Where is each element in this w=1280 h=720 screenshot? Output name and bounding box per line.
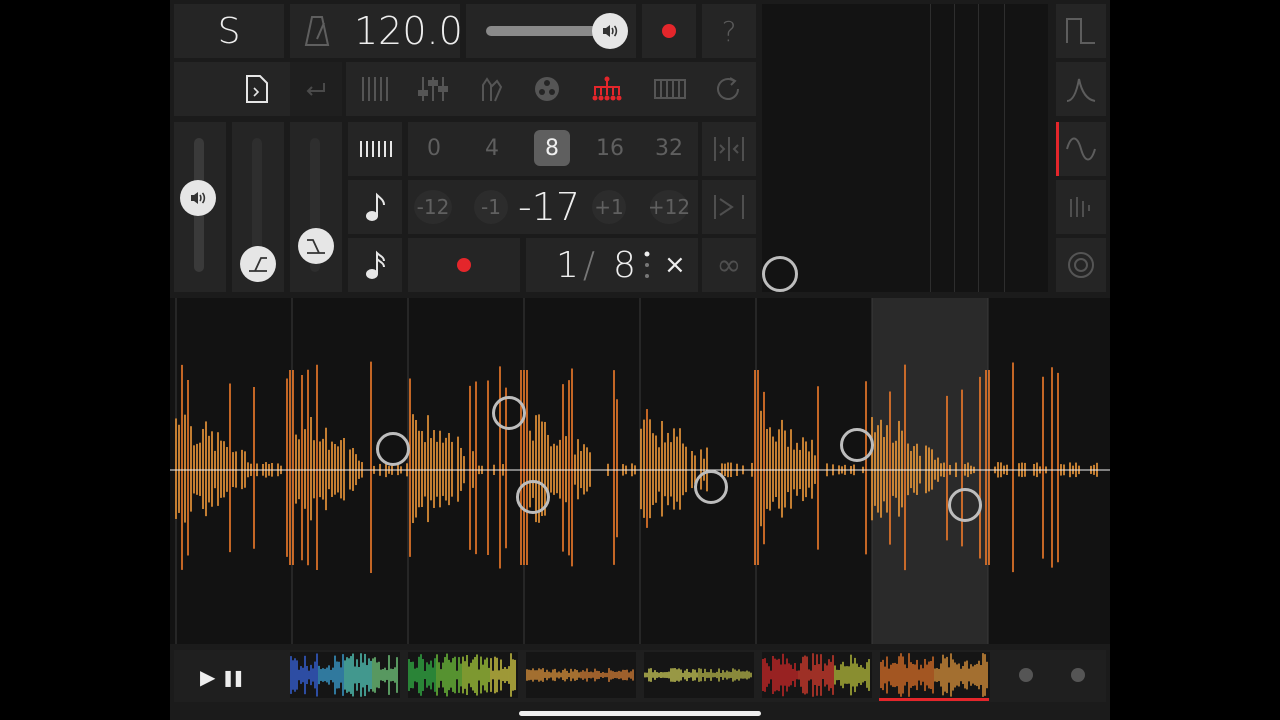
record-button[interactable] — [642, 4, 696, 58]
length-icon-cell — [348, 238, 402, 292]
multiply-label[interactable]: × — [664, 250, 686, 280]
empty-pattern-dot[interactable] — [1071, 668, 1085, 682]
target-button[interactable] — [1056, 238, 1106, 292]
volume-fader-cell — [174, 122, 226, 292]
quantize-option-0[interactable]: 0 — [418, 130, 450, 166]
solo-button[interactable]: S — [174, 4, 284, 58]
split-button[interactable] — [702, 122, 756, 176]
preview-line — [978, 4, 979, 292]
split-icon — [712, 135, 746, 163]
hand-icon[interactable] — [477, 75, 505, 103]
selected-indicator — [1056, 122, 1059, 176]
transport-bar — [174, 650, 1106, 702]
trim-icon — [712, 193, 746, 221]
slices-icon — [358, 139, 392, 159]
empty-pattern-dot[interactable] — [1019, 668, 1033, 682]
record-pattern-button[interactable] — [408, 238, 520, 292]
sine-wave-button[interactable] — [1056, 122, 1106, 176]
slice-handle-3[interactable] — [516, 480, 550, 514]
volume-slider[interactable] — [466, 4, 636, 58]
square-wave-icon — [1065, 15, 1097, 47]
transpose-value: -17 — [517, 185, 581, 229]
metronome-icon — [304, 15, 330, 47]
play-pause-button[interactable]: ▶ ❚❚ — [200, 660, 260, 694]
quantize-icon-cell — [348, 122, 402, 176]
speaker-icon — [189, 190, 207, 206]
tool-bar — [346, 62, 756, 116]
pitch-icon-cell — [348, 180, 402, 234]
transpose-plus-1[interactable]: +1 — [592, 190, 626, 224]
envelope-icon — [247, 255, 269, 273]
preview-handle[interactable] — [762, 256, 798, 292]
transpose-plus-12[interactable]: +12 — [648, 190, 690, 224]
quantize-option-8[interactable]: 8 — [534, 130, 570, 166]
infinite-loop-button[interactable]: ∞ — [702, 238, 756, 292]
attack-fader-cell — [232, 122, 284, 292]
home-indicator — [519, 711, 761, 716]
loop-icon[interactable] — [714, 75, 742, 103]
length-control[interactable]: 1 / 8 × — [526, 238, 698, 292]
ramp-wave-icon — [1065, 73, 1097, 105]
trim-button[interactable] — [702, 180, 756, 234]
attack-fader-knob[interactable] — [240, 246, 276, 282]
return-icon — [304, 81, 328, 97]
slice-handle-2[interactable] — [492, 396, 526, 430]
tree-icon[interactable] — [589, 75, 625, 103]
bars-button[interactable] — [1056, 180, 1106, 234]
reel-icon[interactable] — [533, 75, 561, 103]
slice-handle-5[interactable] — [840, 428, 874, 462]
selected-pattern-indicator — [879, 698, 989, 701]
release-fader-knob[interactable] — [298, 228, 334, 264]
ramp-wave-button[interactable] — [1056, 62, 1106, 116]
length-denominator: 8 — [613, 244, 636, 286]
release-fader-cell — [290, 122, 342, 292]
volume-track — [486, 26, 606, 36]
volume-knob[interactable] — [592, 13, 628, 49]
slice-handle-6[interactable] — [948, 488, 982, 522]
target-icon — [1066, 250, 1096, 280]
record-dot-icon — [662, 24, 676, 38]
waveform-svg — [170, 298, 1110, 644]
length-numerator: 1 — [556, 244, 579, 286]
preview-line — [1004, 4, 1005, 292]
length-slash: / — [582, 244, 596, 286]
return-button[interactable] — [290, 62, 342, 116]
speaker-icon — [601, 23, 619, 39]
quantize-option-32[interactable]: 32 — [650, 130, 688, 166]
square-wave-button[interactable] — [1056, 4, 1106, 58]
length-dots — [644, 250, 650, 280]
envelope-preview[interactable] — [762, 4, 1048, 292]
sine-wave-icon — [1065, 133, 1097, 165]
transpose-minus-12[interactable]: -12 — [414, 190, 452, 224]
record-dot-icon — [457, 258, 471, 272]
envelope-icon — [305, 237, 327, 255]
keyboard-icon[interactable] — [653, 77, 686, 101]
tempo-control[interactable]: 120.0 — [290, 4, 463, 58]
tempo-value: 120.0 — [354, 9, 463, 53]
preview-line — [930, 4, 931, 292]
sixteenth-note-icon — [364, 250, 386, 280]
infinity-label: ∞ — [716, 247, 742, 283]
note-icon — [364, 192, 386, 222]
slice-handle-4[interactable] — [694, 470, 728, 504]
volume-fader-knob[interactable] — [180, 180, 216, 216]
transpose-minus-1[interactable]: -1 — [474, 190, 508, 224]
bars-icon — [1067, 193, 1095, 221]
help-button[interactable]: ? — [702, 4, 756, 58]
solo-label: S — [217, 10, 241, 52]
quantize-option-16[interactable]: 16 — [592, 130, 628, 166]
preview-line — [954, 4, 955, 292]
slice-handle-1[interactable] — [376, 432, 410, 466]
play-icon: ▶ — [200, 665, 216, 689]
file-icon — [245, 74, 269, 104]
mixer-icon[interactable] — [418, 75, 449, 103]
pause-icon: ❚❚ — [221, 667, 245, 687]
quantize-option-4[interactable]: 4 — [476, 130, 508, 166]
help-label: ? — [721, 14, 737, 48]
waveform-area[interactable] — [170, 298, 1110, 644]
slices-icon[interactable] — [360, 75, 390, 103]
